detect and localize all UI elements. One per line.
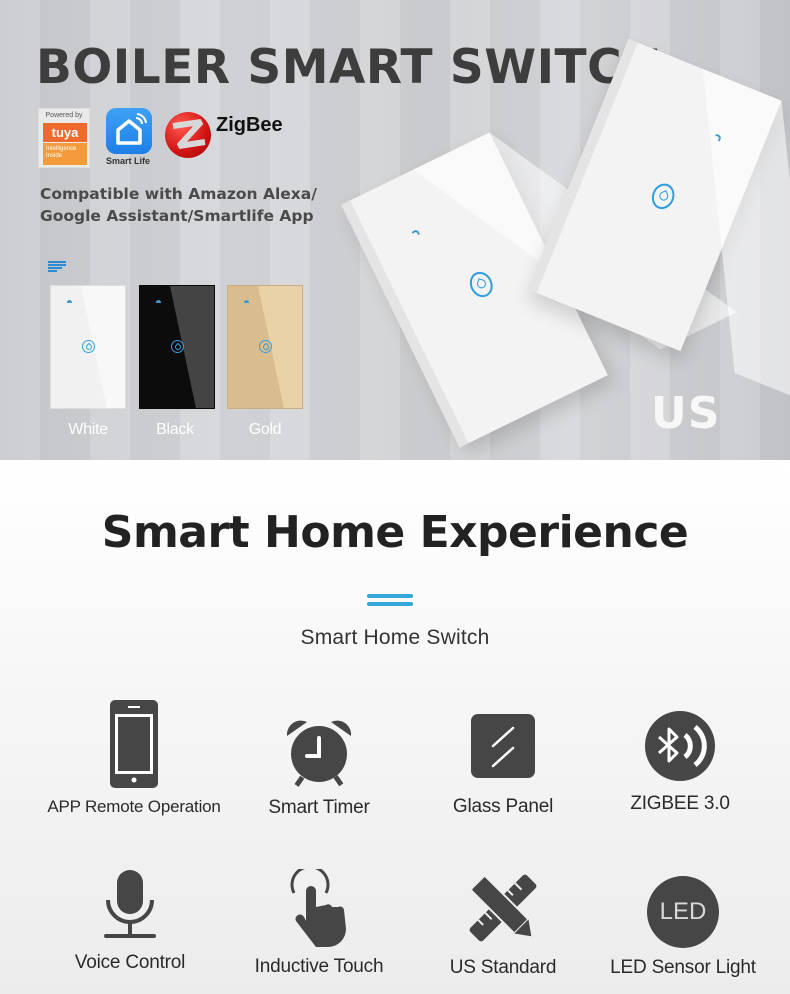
color-label-gold: Gold [248,421,282,438]
section-title: Smart Home Experience [101,507,689,558]
tuya-brand: tuya [43,123,87,142]
smartlife-logo: Smart Life [105,108,153,166]
zigbee-label: ZigBee [216,114,283,136]
feature-label: LED Sensor Light [610,957,756,978]
hero-title: BOILER SMART SWITCH [36,40,662,95]
ruler-pencil-icon [465,870,541,946]
color-label-white: White [68,421,108,438]
color-option-white [50,285,126,409]
tuya-logo: Powered by tuya Intelligence Inside [38,108,90,168]
section-subtitle: Smart Home Switch [300,626,490,649]
wifi-icon [244,300,249,303]
touch-hand-icon [288,869,350,947]
glass-panel-icon [471,714,535,778]
alarm-clock-icon [283,716,355,788]
microphone-icon [104,870,156,940]
title-divider [367,594,413,610]
wifi-icon [156,300,161,303]
smartlife-label: Smart Life [105,156,150,166]
boiler-touch-button [82,340,95,353]
us-flag-icon [48,261,66,273]
feature-label: APP Remote Operation [47,797,221,816]
hero-banner: BOILER SMART SWITCH Powered by tuya Inte… [0,0,790,460]
feature-label: Voice Control [74,952,186,973]
color-label-black: Black [156,421,194,438]
smartlife-home-icon [106,108,152,154]
boiler-touch-button [648,180,679,213]
smartphone-icon [110,700,158,788]
color-option-black [139,285,215,409]
led-icon: LED [647,876,719,948]
zigbee-z-icon [165,112,211,158]
feature-label: Smart Timer [268,797,370,818]
features-section: Smart Home Experience Smart Home Switch … [0,460,790,994]
boiler-touch-button [171,340,184,353]
feature-label: Glass Panel [452,796,554,817]
feature-label: US Standard [449,957,557,978]
boiler-touch-button [259,340,272,353]
tuya-powered-by: Powered by [45,112,83,119]
color-option-gold [227,285,303,409]
boiler-touch-button [465,267,497,301]
region-label: US [651,388,721,439]
feature-label: ZIGBEE 3.0 [630,793,730,814]
tuya-tagline: Intelligence Inside [43,143,87,165]
compatibility-text: Compatible with Amazon Alexa/ Google Ass… [40,185,317,225]
zigbee-wireless-icon [645,711,715,781]
feature-label: Inductive Touch [254,956,384,977]
wifi-icon [67,300,72,303]
wifi-icon [410,228,421,238]
